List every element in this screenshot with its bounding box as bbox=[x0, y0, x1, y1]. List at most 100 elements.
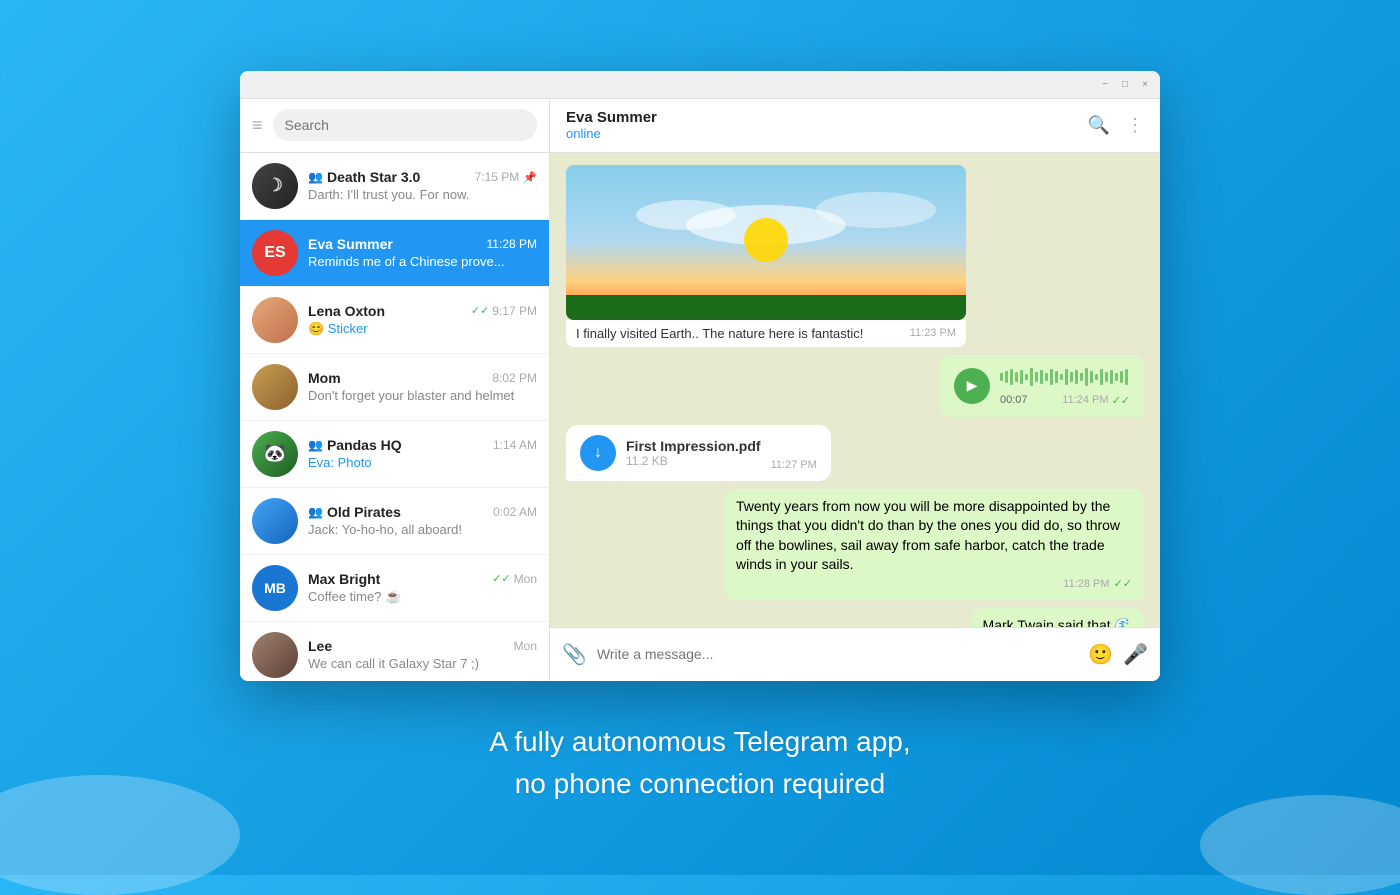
message-row: Mark Twain said that 🌊 11:28 PM ✓✓ bbox=[566, 608, 1144, 626]
avatar: MB bbox=[252, 565, 298, 611]
download-button[interactable]: ↓ bbox=[580, 435, 616, 471]
chat-image bbox=[566, 165, 966, 320]
waveform-svg bbox=[1000, 365, 1130, 389]
avatar bbox=[252, 498, 298, 544]
message-text: Twenty years from now you will be more d… bbox=[736, 498, 1120, 573]
avatar bbox=[252, 297, 298, 343]
attach-icon[interactable]: 📎 bbox=[562, 642, 587, 667]
chat-name: Lee bbox=[308, 638, 332, 654]
sidebar: ≡ ☽ 👥 Death Star 3.0 bbox=[240, 99, 550, 681]
double-check-icon: ✓✓ bbox=[471, 304, 489, 317]
group-icon: 👥 bbox=[308, 170, 323, 184]
avatar: ES bbox=[252, 230, 298, 276]
double-check-icon: ✓✓ bbox=[1112, 394, 1130, 407]
chat-preview: We can call it Galaxy Star 7 ;) bbox=[308, 656, 537, 671]
chat-header-info: Eva Summer online bbox=[566, 109, 1088, 141]
chat-name: Eva Summer bbox=[308, 236, 393, 252]
chat-time: 1:14 AM bbox=[493, 438, 537, 452]
message-row: Twenty years from now you will be more d… bbox=[566, 489, 1144, 601]
chat-name: Max Bright bbox=[308, 571, 380, 587]
chat-header: Eva Summer online 🔍 ⋮ bbox=[550, 99, 1160, 153]
list-item[interactable]: MB Max Bright ✓✓ Mon Coffee time? ☕ bbox=[240, 555, 549, 622]
chat-time: 8:02 PM bbox=[492, 371, 537, 385]
chat-name: 👥 Death Star 3.0 bbox=[308, 169, 420, 185]
double-check-icon: ✓✓ bbox=[492, 572, 510, 585]
sidebar-header: ≡ bbox=[240, 99, 549, 153]
chat-time: Mon bbox=[514, 572, 537, 586]
voice-message-bubble: ▶ bbox=[940, 355, 1144, 417]
chat-preview: Coffee time? ☕ bbox=[308, 589, 537, 605]
search-icon[interactable]: 🔍 bbox=[1088, 115, 1110, 136]
play-button[interactable]: ▶ bbox=[954, 368, 990, 404]
file-name: First Impression.pdf bbox=[626, 438, 761, 454]
chat-name: Mom bbox=[308, 370, 341, 386]
chat-info: 👥 Old Pirates 0:02 AM Jack: Yo-ho-ho, al… bbox=[308, 504, 537, 537]
text-message-bubble: Twenty years from now you will be more d… bbox=[724, 489, 1144, 601]
messages-container: I finally visited Earth.. The nature her… bbox=[550, 153, 1160, 627]
maximize-button[interactable]: □ bbox=[1118, 77, 1132, 91]
list-item[interactable]: 🐼 👥 Pandas HQ 1:14 AM Eva: Photo bbox=[240, 421, 549, 488]
chat-preview: Reminds me of a Chinese prove... bbox=[308, 254, 537, 269]
chat-info: 👥 Pandas HQ 1:14 AM Eva: Photo bbox=[308, 437, 537, 470]
search-input[interactable] bbox=[285, 117, 525, 133]
chat-preview: Eva: Photo bbox=[308, 455, 537, 470]
list-item[interactable]: ES Eva Summer 11:28 PM Reminds me of a C… bbox=[240, 220, 549, 287]
image-caption: I finally visited Earth.. The nature her… bbox=[566, 320, 966, 347]
bottom-tagline: A fully autonomous Telegram app, no phon… bbox=[489, 721, 910, 805]
message-image-bubble: I finally visited Earth.. The nature her… bbox=[566, 165, 966, 347]
chat-info: Eva Summer 11:28 PM Reminds me of a Chin… bbox=[308, 236, 537, 269]
more-icon[interactable]: ⋮ bbox=[1126, 115, 1144, 136]
chat-info: Max Bright ✓✓ Mon Coffee time? ☕ bbox=[308, 571, 537, 605]
chat-preview: 😊 Sticker bbox=[308, 321, 537, 337]
chat-info: 👥 Death Star 3.0 7:15 PM 📌 Darth: I'll t… bbox=[308, 169, 537, 202]
text-message-bubble: Mark Twain said that 🌊 11:28 PM ✓✓ bbox=[971, 608, 1144, 626]
waveform: 00:07 11:24 PM ✓✓ bbox=[1000, 365, 1130, 407]
close-button[interactable]: × bbox=[1138, 77, 1152, 91]
chat-name: 👥 Pandas HQ bbox=[308, 437, 402, 453]
chat-info: Lee Mon We can call it Galaxy Star 7 ;) bbox=[308, 638, 537, 671]
chat-preview: Darth: I'll trust you. For now. bbox=[308, 187, 537, 202]
chat-list: ☽ 👥 Death Star 3.0 7:15 PM 📌 bbox=[240, 153, 549, 681]
message-input[interactable] bbox=[597, 646, 1078, 662]
double-check-icon: ✓✓ bbox=[1114, 577, 1132, 592]
list-item[interactable]: ☽ 👥 Death Star 3.0 7:15 PM 📌 bbox=[240, 153, 549, 220]
avatar bbox=[252, 632, 298, 678]
list-item[interactable]: Lee Mon We can call it Galaxy Star 7 ;) bbox=[240, 622, 549, 681]
chat-header-status: online bbox=[566, 126, 1088, 141]
avatar: ☽ bbox=[252, 163, 298, 209]
chat-info: Mom 8:02 PM Don't forget your blaster an… bbox=[308, 370, 537, 403]
chat-info: Lena Oxton ✓✓ 9:17 PM 😊 Sticker bbox=[308, 303, 537, 337]
voice-duration: 00:07 bbox=[1000, 394, 1028, 406]
avatar: 🐼 bbox=[252, 431, 298, 477]
group-icon: 👥 bbox=[308, 505, 323, 519]
chat-input-area: 📎 🙂 🎤 bbox=[550, 627, 1160, 681]
list-item[interactable]: Lena Oxton ✓✓ 9:17 PM 😊 Sticker bbox=[240, 287, 549, 354]
chat-preview: Don't forget your blaster and helmet bbox=[308, 388, 537, 403]
mic-icon[interactable]: 🎤 bbox=[1123, 642, 1148, 667]
menu-icon[interactable]: ≡ bbox=[252, 115, 263, 136]
emoji-icon[interactable]: 🙂 bbox=[1088, 642, 1113, 667]
file-size: 11.2 KB bbox=[626, 454, 761, 468]
cloud-decoration-left bbox=[0, 775, 240, 895]
message-row: ↓ First Impression.pdf 11.2 KB 11:27 PM bbox=[566, 425, 1144, 481]
chat-preview: Jack: Yo-ho-ho, all aboard! bbox=[308, 522, 537, 537]
file-message-bubble: ↓ First Impression.pdf 11.2 KB 11:27 PM bbox=[566, 425, 831, 481]
voice-time: 11:24 PM bbox=[1062, 394, 1108, 406]
chat-header-name: Eva Summer bbox=[566, 109, 1088, 126]
file-info: First Impression.pdf 11.2 KB bbox=[626, 438, 761, 468]
pin-icon: 📌 bbox=[523, 171, 537, 184]
chat-time: 0:02 AM bbox=[493, 505, 537, 519]
chat-name: 👥 Old Pirates bbox=[308, 504, 401, 520]
tagline-line2: no phone connection required bbox=[515, 768, 886, 799]
search-box[interactable] bbox=[273, 109, 537, 141]
chat-time: 9:17 PM bbox=[492, 304, 537, 318]
chat-header-icons: 🔍 ⋮ bbox=[1088, 115, 1144, 136]
list-item[interactable]: 👥 Old Pirates 0:02 AM Jack: Yo-ho-ho, al… bbox=[240, 488, 549, 555]
chat-time: 7:15 PM bbox=[475, 170, 520, 184]
title-bar: − □ × bbox=[240, 71, 1160, 99]
message-row: ▶ bbox=[566, 355, 1144, 417]
message-text: Mark Twain said that 🌊 bbox=[983, 617, 1132, 626]
minimize-button[interactable]: − bbox=[1098, 77, 1112, 91]
list-item[interactable]: Mom 8:02 PM Don't forget your blaster an… bbox=[240, 354, 549, 421]
group-icon: 👥 bbox=[308, 438, 323, 452]
